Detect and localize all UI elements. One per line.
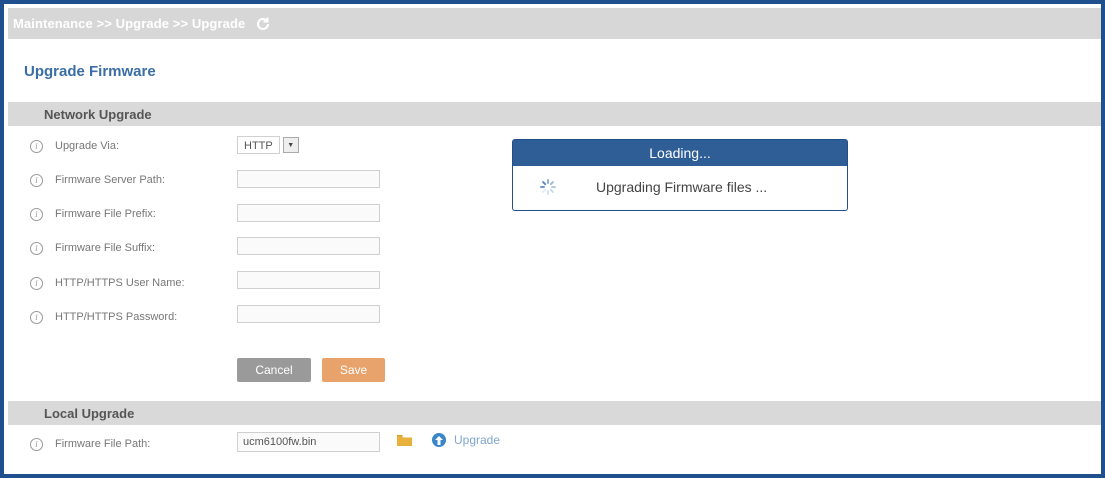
info-icon[interactable]: i [30, 207, 43, 221]
user-name-input[interactable] [237, 271, 380, 289]
breadcrumb-bar: Maintenance >> Upgrade >> Upgrade [8, 8, 1101, 39]
window-frame-right [1101, 0, 1105, 478]
field-label: Firmware Server Path: [55, 174, 166, 186]
folder-icon[interactable] [397, 434, 412, 446]
row-file-suffix: i Firmware File Suffix: [30, 238, 155, 258]
info-icon[interactable]: i [30, 437, 43, 451]
row-user-name: i HTTP/HTTPS User Name: [30, 273, 185, 293]
breadcrumb: Maintenance >> Upgrade >> Upgrade [13, 16, 246, 31]
dialog-message: Upgrading Firmware files ... [596, 179, 768, 195]
section-title: Network Upgrade [44, 106, 152, 122]
info-icon[interactable]: i [30, 173, 43, 187]
section-title: Local Upgrade [44, 405, 135, 421]
chevron-down-icon[interactable]: ▼ [282, 137, 299, 153]
row-file-path: i Firmware File Path: [30, 434, 150, 454]
save-button[interactable]: Save [322, 358, 385, 382]
server-path-input[interactable] [237, 170, 380, 188]
refresh-icon[interactable] [255, 16, 271, 32]
field-label: HTTP/HTTPS User Name: [55, 277, 185, 289]
upload-icon[interactable] [432, 433, 446, 447]
file-path-input[interactable]: ucm6100fw.bin [237, 432, 380, 452]
upgrade-label[interactable]: Upgrade [454, 433, 500, 447]
section-local-upgrade: Local Upgrade [8, 401, 1101, 425]
row-upgrade-via: i Upgrade Via: [30, 136, 119, 156]
spinner-icon [540, 179, 556, 195]
row-password: i HTTP/HTTPS Password: [30, 307, 177, 327]
loading-dialog: Loading... Upgrading Firmware files ... [512, 139, 848, 211]
password-input[interactable] [237, 305, 380, 323]
select-value[interactable]: HTTP [237, 136, 280, 154]
info-icon[interactable]: i [30, 241, 43, 255]
dialog-title: Loading... [513, 140, 847, 166]
file-prefix-input[interactable] [237, 204, 380, 222]
row-server-path: i Firmware Server Path: [30, 170, 165, 190]
cancel-button[interactable]: Cancel [237, 358, 311, 382]
upgrade-link[interactable]: Upgrade [432, 433, 500, 447]
section-network-upgrade: Network Upgrade [8, 102, 1101, 126]
field-label: HTTP/HTTPS Password: [55, 311, 178, 323]
upgrade-via-select[interactable]: HTTP ▼ [237, 135, 299, 155]
field-label: Firmware File Suffix: [55, 242, 156, 254]
field-label: Firmware File Prefix: [55, 208, 156, 220]
field-label: Firmware File Path: [55, 438, 151, 450]
page-title: Upgrade Firmware [24, 63, 156, 80]
info-icon[interactable]: i [30, 310, 43, 324]
field-label: Upgrade Via: [55, 140, 120, 152]
dialog-body: Upgrading Firmware files ... [513, 166, 847, 208]
file-suffix-input[interactable] [237, 237, 380, 255]
info-icon[interactable]: i [30, 276, 43, 290]
info-icon[interactable]: i [30, 139, 43, 153]
row-file-prefix: i Firmware File Prefix: [30, 204, 156, 224]
